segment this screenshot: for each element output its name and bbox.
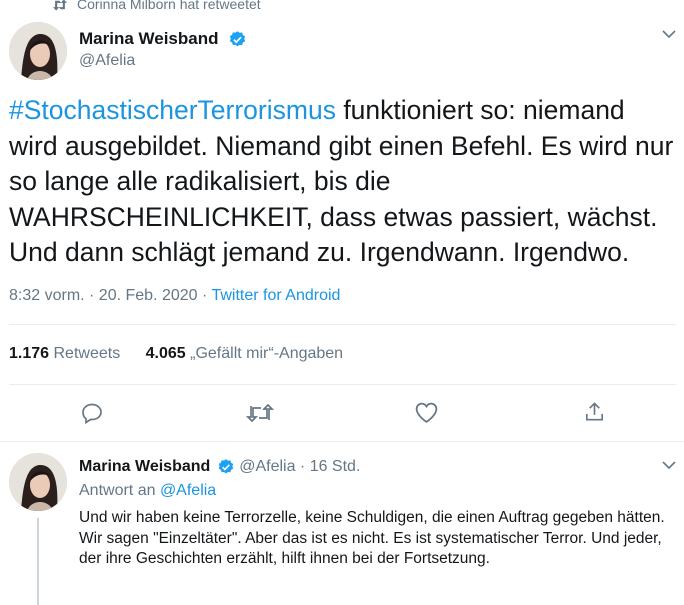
avatar[interactable] [9,22,67,80]
reply-time[interactable]: · 16 Std. [295,458,360,475]
tweet-timestamp[interactable]: 8:32 vorm. · 20. Feb. 2020 · [9,287,211,304]
reply-handle[interactable]: @Afelia [239,458,295,475]
reply-chevron-down-icon[interactable] [662,460,676,470]
author-name[interactable]: Marina Weisband [79,29,219,49]
author-handle[interactable]: @Afelia [79,52,135,70]
reply-to-handle[interactable]: @Afelia [160,482,216,499]
retweet-action-icon[interactable] [246,402,274,424]
reply-to-label: Antwort an [79,482,160,499]
reply-icon[interactable] [80,401,104,425]
divider [9,324,676,325]
chevron-down-icon[interactable] [662,29,676,39]
reply-header: Marina Weisband @Afelia · 16 Std. [79,458,360,476]
likes-label: „Gefällt mir“-Angaben [185,345,344,362]
verified-badge-icon [228,30,247,49]
retweets-label: Retweets [49,345,121,362]
tweet-text: #StochastischerTerrorismus funktioniert … [9,93,677,271]
avatar-image [9,22,67,80]
tweet-stats: 1.176 Retweets 4.065 „Gefällt mir“-Angab… [9,345,343,363]
like-icon[interactable] [414,401,439,424]
retweet-context-text[interactable]: Corinna Milborn hat retweetet [77,0,261,12]
thread-line [37,518,39,605]
reply-verified-badge-icon [217,458,235,476]
divider [9,384,676,385]
divider [0,441,684,442]
reply-to: Antwort an @Afelia [79,482,216,500]
retweets-count: 1.176 [9,345,50,362]
likes-count: 4.065 [145,345,186,362]
reply-avatar-image [9,453,67,511]
retweet-icon [51,0,69,12]
share-icon[interactable] [583,400,606,424]
reply-author-name[interactable]: Marina Weisband [79,458,210,475]
likes-stat[interactable]: 4.065 „Gefällt mir“-Angaben [146,345,343,362]
tweet-meta: 8:32 vorm. · 20. Feb. 2020 · Twitter for… [9,287,340,305]
reply-avatar[interactable] [9,453,67,511]
hashtag-link[interactable]: #StochastischerTerrorismus [9,95,336,125]
tweet-source[interactable]: Twitter for Android [211,287,340,304]
reply-text: Und wir haben keine Terrorzelle, keine S… [79,509,665,567]
retweets-stat[interactable]: 1.176 Retweets [9,345,120,362]
